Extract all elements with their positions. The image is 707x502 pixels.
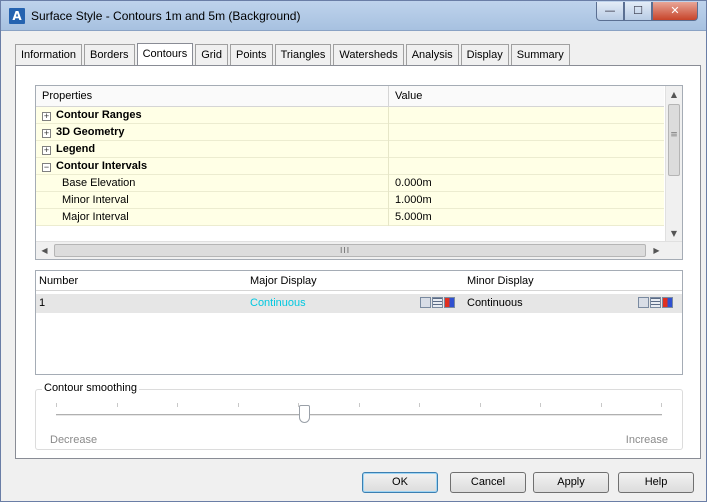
autocad-app-icon: A bbox=[9, 8, 25, 24]
smoothing-slider-thumb[interactable] bbox=[299, 405, 310, 423]
window-controls: — ☐ ✕ bbox=[596, 2, 698, 21]
tab-contours[interactable]: Contours bbox=[136, 43, 194, 67]
contours-tab-panel: Properties Value + Contour Ranges +3D Geo… bbox=[15, 65, 701, 459]
contour-smoothing-label: Contour smoothing bbox=[42, 382, 139, 394]
major-display-icons bbox=[419, 297, 455, 308]
color-icon[interactable] bbox=[662, 297, 673, 308]
property-row-base-elevation[interactable]: Base Elevation 0.000m bbox=[36, 175, 664, 192]
value-column-header[interactable]: Value bbox=[389, 86, 664, 107]
property-value[interactable]: 1.000m bbox=[389, 192, 664, 209]
minor-display-column-header[interactable]: Minor Display bbox=[467, 271, 682, 290]
slider-tick bbox=[480, 403, 481, 407]
surface-style-dialog: A Surface Style - Contours 1m and 5m (Ba… bbox=[0, 0, 707, 502]
scroll-left-arrow-icon[interactable]: ◀ bbox=[36, 242, 53, 259]
scroll-right-arrow-icon[interactable]: ▶ bbox=[648, 242, 665, 259]
property-row-contour-ranges[interactable]: + Contour Ranges bbox=[36, 107, 664, 124]
layer-icon[interactable] bbox=[420, 297, 431, 308]
property-value[interactable]: 5.000m bbox=[389, 209, 664, 226]
tab-summary[interactable]: Summary bbox=[510, 44, 570, 66]
minor-display-cell[interactable]: Continuous bbox=[467, 294, 682, 313]
table-row[interactable]: 1 Continuous Continuous bbox=[36, 294, 682, 313]
tab-display[interactable]: Display bbox=[460, 44, 509, 66]
tab-watersheds[interactable]: Watersheds bbox=[333, 44, 404, 66]
minor-linetype: Continuous bbox=[467, 297, 523, 309]
cancel-button[interactable]: Cancel bbox=[450, 472, 526, 493]
property-row-legend[interactable]: + Legend bbox=[36, 141, 664, 158]
property-name: Contour Intervals bbox=[56, 160, 148, 172]
ok-button[interactable]: OK bbox=[362, 472, 438, 493]
property-name: Base Elevation bbox=[36, 175, 389, 192]
property-name: Legend bbox=[56, 143, 96, 155]
property-name: Major Interval bbox=[36, 209, 389, 226]
property-row-major-interval[interactable]: Major Interval 5.000m bbox=[36, 209, 664, 226]
property-name: Minor Interval bbox=[36, 192, 389, 209]
close-button[interactable]: ✕ bbox=[652, 2, 698, 21]
linetype-icon[interactable] bbox=[650, 297, 661, 308]
window-title: Surface Style - Contours 1m and 5m (Back… bbox=[31, 9, 301, 23]
slider-tick bbox=[117, 403, 118, 407]
number-column-header[interactable]: Number bbox=[36, 271, 250, 290]
scroll-thumb[interactable]: III bbox=[54, 244, 646, 257]
tab-information[interactable]: Information bbox=[15, 44, 83, 66]
tab-triangles[interactable]: Triangles bbox=[274, 44, 332, 66]
property-name: 3D Geometry bbox=[56, 126, 125, 138]
collapse-icon[interactable]: − bbox=[42, 163, 51, 172]
properties-list: Properties Value + Contour Ranges +3D Geo… bbox=[35, 85, 683, 260]
property-row-minor-interval[interactable]: Minor Interval 1.000m bbox=[36, 192, 664, 209]
property-value[interactable] bbox=[389, 141, 664, 158]
properties-vertical-scrollbar[interactable]: ▲ ≡ ▼ bbox=[665, 86, 682, 242]
contour-display-grid: Number Major Display Minor Display 1 Con… bbox=[35, 270, 683, 375]
property-value[interactable]: 0.000m bbox=[389, 175, 664, 192]
increase-label: Increase bbox=[625, 434, 668, 446]
tab-analysis[interactable]: Analysis bbox=[405, 44, 459, 66]
scroll-grip-icon: III bbox=[340, 246, 351, 255]
property-name: Contour Ranges bbox=[56, 109, 142, 121]
linetype-icon[interactable] bbox=[432, 297, 443, 308]
scroll-up-arrow-icon[interactable]: ▲ bbox=[666, 86, 682, 103]
property-value[interactable] bbox=[389, 158, 664, 175]
property-row-contour-intervals[interactable]: − Contour Intervals bbox=[36, 158, 664, 175]
major-display-column-header[interactable]: Major Display bbox=[250, 271, 467, 290]
slider-tick bbox=[359, 403, 360, 407]
slider-tick bbox=[540, 403, 541, 407]
property-value[interactable] bbox=[389, 107, 664, 124]
decrease-label: Decrease bbox=[50, 434, 98, 446]
title-bar[interactable]: A Surface Style - Contours 1m and 5m (Ba… bbox=[1, 1, 706, 31]
minimize-button[interactable]: — bbox=[596, 2, 624, 21]
grid-header: Number Major Display Minor Display bbox=[36, 271, 682, 291]
slider-tick bbox=[601, 403, 602, 407]
slider-tick bbox=[177, 403, 178, 407]
row-number: 1 bbox=[39, 297, 46, 309]
contour-smoothing-group: Contour smoothing Decrease Increase bbox=[35, 382, 683, 450]
slider-tick bbox=[56, 403, 57, 407]
expand-icon[interactable]: + bbox=[42, 129, 51, 138]
properties-column-header[interactable]: Properties bbox=[36, 86, 389, 107]
properties-horizontal-scrollbar[interactable]: ◀ III ▶ bbox=[36, 241, 682, 259]
tab-points[interactable]: Points bbox=[229, 44, 273, 66]
expand-icon[interactable]: + bbox=[42, 112, 51, 121]
scroll-thumb[interactable] bbox=[668, 104, 680, 176]
tab-borders[interactable]: Borders bbox=[84, 44, 135, 66]
scroll-grip-icon: ≡ bbox=[670, 130, 678, 140]
slider-tick bbox=[238, 403, 239, 407]
properties-header: Properties Value bbox=[36, 86, 664, 107]
apply-button[interactable]: Apply bbox=[533, 472, 609, 493]
tab-grid[interactable]: Grid bbox=[195, 44, 228, 66]
help-button[interactable]: Help bbox=[618, 472, 694, 493]
major-linetype: Continuous bbox=[250, 297, 306, 309]
slider-tick bbox=[661, 403, 662, 407]
slider-tick bbox=[419, 403, 420, 407]
property-value[interactable] bbox=[389, 124, 664, 141]
expand-icon[interactable]: + bbox=[42, 146, 51, 155]
property-row-3d-geometry[interactable]: +3D Geometry bbox=[36, 124, 664, 141]
tab-strip: Information Borders Contours Grid Points… bbox=[15, 42, 572, 67]
layer-icon[interactable] bbox=[638, 297, 649, 308]
minor-display-icons bbox=[637, 297, 673, 308]
maximize-button[interactable]: ☐ bbox=[624, 2, 652, 21]
smoothing-slider-track[interactable] bbox=[56, 414, 662, 417]
major-display-cell[interactable]: Continuous bbox=[250, 294, 467, 313]
color-icon[interactable] bbox=[444, 297, 455, 308]
scroll-down-arrow-icon[interactable]: ▼ bbox=[666, 225, 682, 242]
